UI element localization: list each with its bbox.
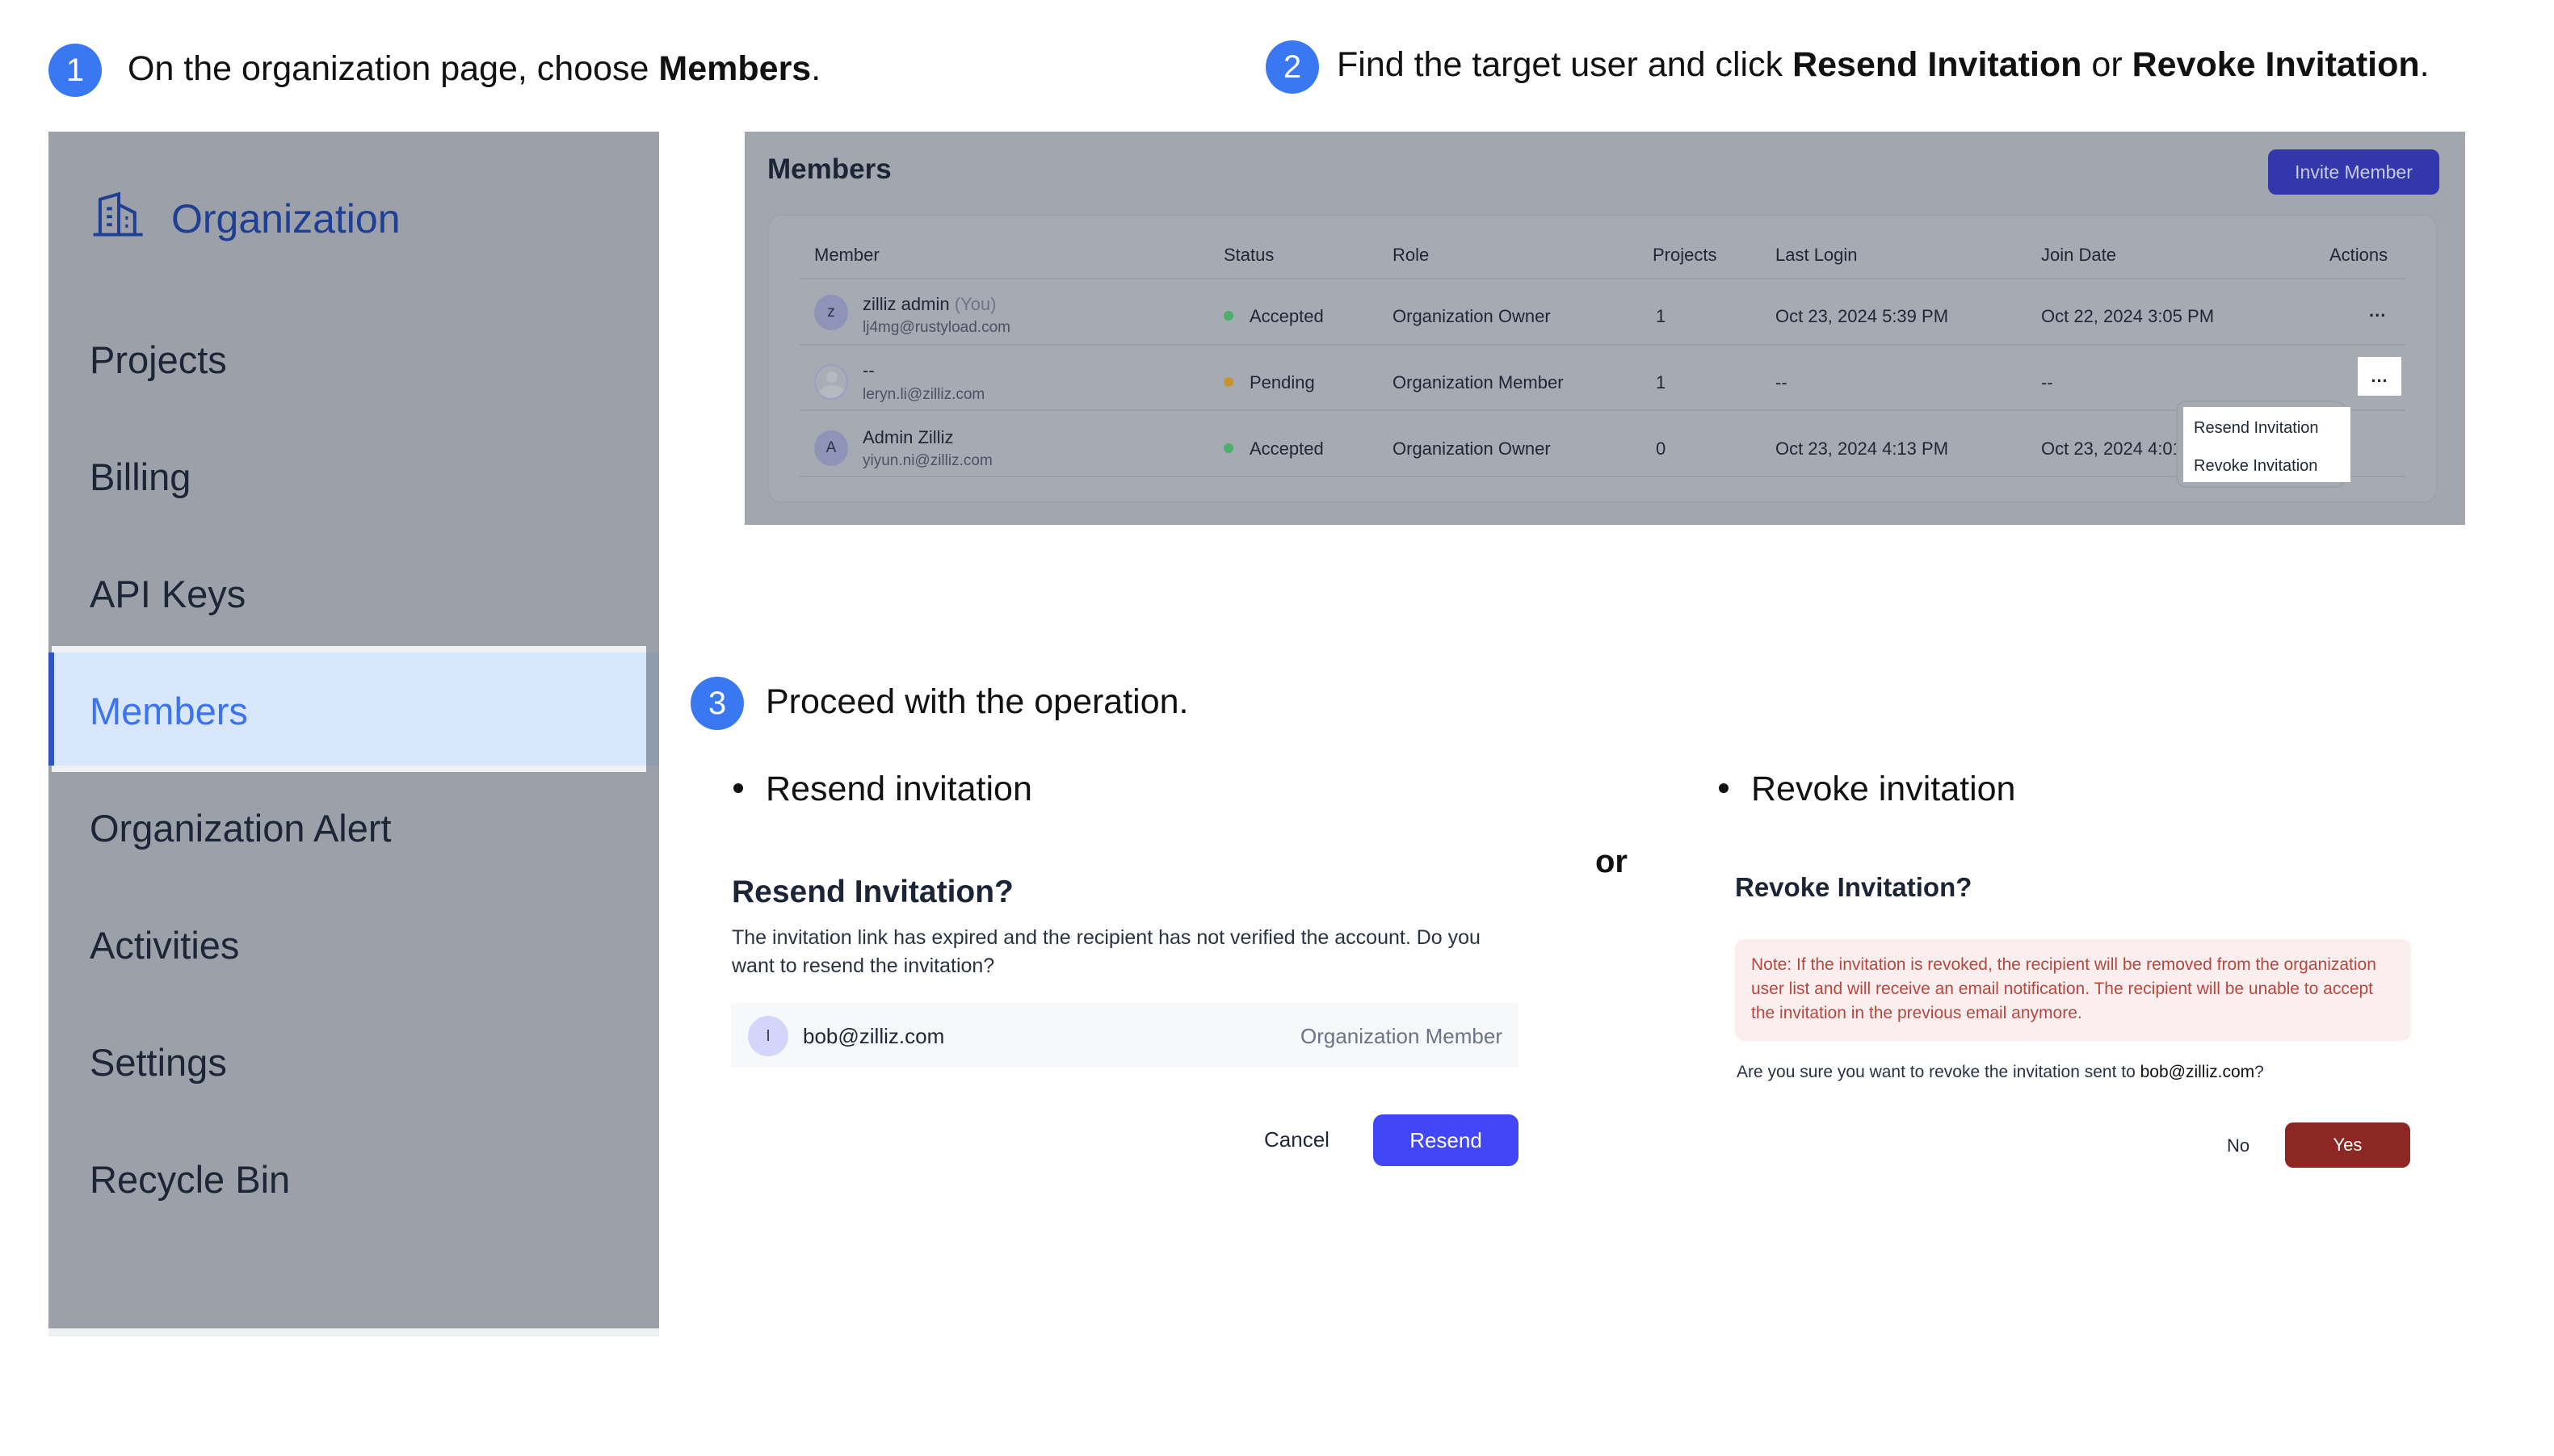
role-text: Organization Owner: [1393, 306, 1551, 326]
member-name: zilliz admin (You): [863, 294, 997, 315]
member-name-text: zilliz admin: [863, 294, 950, 314]
sidebar-item-billing[interactable]: Billing: [90, 455, 191, 499]
sidebar-item-settings[interactable]: Settings: [90, 1040, 227, 1085]
resend-button[interactable]: Resend: [1373, 1114, 1519, 1166]
avatar-body: [819, 385, 845, 398]
member-name: Admin Zilliz: [863, 427, 954, 447]
column-member: Member: [814, 245, 880, 265]
resend-dialog-title: Resend Invitation?: [732, 875, 1014, 909]
default-avatar-icon: [814, 364, 848, 400]
menu-item-revoke-invitation[interactable]: Revoke Invitation: [2194, 457, 2317, 476]
step-2-bold-revoke: Revoke Invitation: [2132, 45, 2420, 84]
step-2-instruction: Find the target user and click Resend In…: [1337, 45, 2430, 85]
sidebar-item-api-keys[interactable]: API Keys: [90, 572, 246, 616]
status-text: Accepted: [1250, 438, 1324, 459]
step-2-or: or: [2081, 45, 2132, 84]
column-actions: Actions: [2329, 245, 2388, 265]
member-email: lj4mg@rustyload.com: [863, 319, 1010, 336]
projects-count: 1: [1656, 372, 1666, 392]
step-2-bold-resend: Resend Invitation: [1792, 45, 2082, 84]
you-tag: (You): [954, 294, 997, 314]
recipient-email: bob@zilliz.com: [803, 1024, 945, 1048]
join-date: Oct 22, 2024 3:05 PM: [2041, 306, 2215, 326]
recipient-role: Organization Member: [1300, 1024, 1502, 1048]
projects-count: 1: [1656, 306, 1666, 326]
members-title: Members: [767, 153, 892, 185]
step-1-instruction: On the organization page, choose Members…: [128, 49, 821, 89]
cancel-button[interactable]: Cancel: [1264, 1127, 1330, 1152]
row-divider: [800, 409, 2405, 411]
sidebar-active-indicator: [48, 652, 54, 766]
status-dot-accepted: [1224, 311, 1233, 321]
row-divider: [800, 476, 2405, 477]
column-last-login: Last Login: [1775, 245, 1858, 265]
status-dot-accepted: [1224, 443, 1233, 453]
sidebar-item-organization-alert[interactable]: Organization Alert: [90, 806, 392, 850]
step-2-badge: 2: [1266, 40, 1319, 94]
sidebar-item-projects[interactable]: Projects: [90, 338, 227, 382]
warning-note-text: Note: If the invitation is revoked, the …: [1751, 955, 2376, 1022]
or-separator: or: [1595, 844, 1628, 879]
column-status: Status: [1224, 245, 1275, 265]
last-login: --: [1775, 372, 1787, 392]
step-1-period: .: [811, 49, 821, 88]
last-login: Oct 23, 2024 4:13 PM: [1775, 438, 1949, 459]
member-email: yiyun.ni@zilliz.com: [863, 452, 993, 469]
more-actions-button[interactable]: ...: [2369, 300, 2386, 321]
option-revoke-label: Revoke invitation: [1719, 770, 2015, 809]
sidebar-item-members[interactable]: Members: [90, 689, 248, 733]
step-2-period: .: [2419, 45, 2430, 84]
yes-button[interactable]: Yes: [2285, 1122, 2410, 1168]
member-name: --: [863, 360, 875, 380]
sidebar-title: Organization: [171, 196, 401, 241]
question-email: bob@zilliz.com: [2140, 1063, 2255, 1081]
question-prefix: Are you sure you want to revoke the invi…: [1737, 1063, 2140, 1081]
role-text: Organization Member: [1393, 372, 1564, 392]
step-1-badge: 1: [48, 44, 102, 97]
status-text: Accepted: [1250, 306, 1324, 326]
actions-dropdown: Resend Invitation Revoke Invitation: [2183, 407, 2350, 482]
sidebar-item-recycle-bin[interactable]: Recycle Bin: [90, 1157, 290, 1202]
member-email: leryn.li@zilliz.com: [863, 386, 985, 403]
revoke-dialog-title: Revoke Invitation?: [1735, 872, 1972, 902]
avatar-head: [826, 371, 838, 383]
sidebar-bottom-strip: [48, 1328, 659, 1336]
option-resend-label: Resend invitation: [733, 770, 1032, 809]
avatar: A: [814, 430, 848, 466]
step-1-text: On the organization page, choose: [128, 49, 659, 88]
row-divider: [800, 344, 2405, 346]
building-icon: [93, 191, 143, 237]
recipient-avatar: I: [748, 1016, 788, 1056]
status-dot-pending: [1224, 377, 1233, 387]
role-text: Organization Owner: [1393, 438, 1551, 459]
resend-dialog-body: The invitation link has expired and the …: [732, 926, 1481, 977]
no-button[interactable]: No: [2227, 1135, 2249, 1156]
column-projects: Projects: [1653, 245, 1717, 265]
step-2-text: Find the target user and click: [1337, 45, 1793, 84]
column-join-date: Join Date: [2041, 245, 2116, 265]
question-suffix: ?: [2254, 1063, 2264, 1081]
menu-item-resend-invitation[interactable]: Resend Invitation: [2194, 419, 2319, 438]
step-3-instruction: Proceed with the operation.: [766, 682, 1189, 721]
invite-member-button[interactable]: Invite Member: [2268, 149, 2439, 195]
sidebar-active-edge: [646, 652, 659, 766]
projects-count: 0: [1656, 438, 1666, 459]
join-date: --: [2041, 372, 2053, 392]
last-login: Oct 23, 2024 5:39 PM: [1775, 306, 1949, 326]
revoke-confirm-question: Are you sure you want to revoke the invi…: [1737, 1063, 2264, 1082]
sidebar-item-activities[interactable]: Activities: [90, 923, 239, 967]
status-text: Pending: [1250, 372, 1315, 392]
more-actions-button-active[interactable]: ...: [2358, 357, 2401, 396]
step-1-bold: Members: [658, 49, 812, 88]
column-role: Role: [1393, 245, 1430, 265]
step-3-badge: 3: [691, 677, 744, 730]
avatar: z: [814, 295, 848, 330]
row-divider: [800, 278, 2405, 279]
